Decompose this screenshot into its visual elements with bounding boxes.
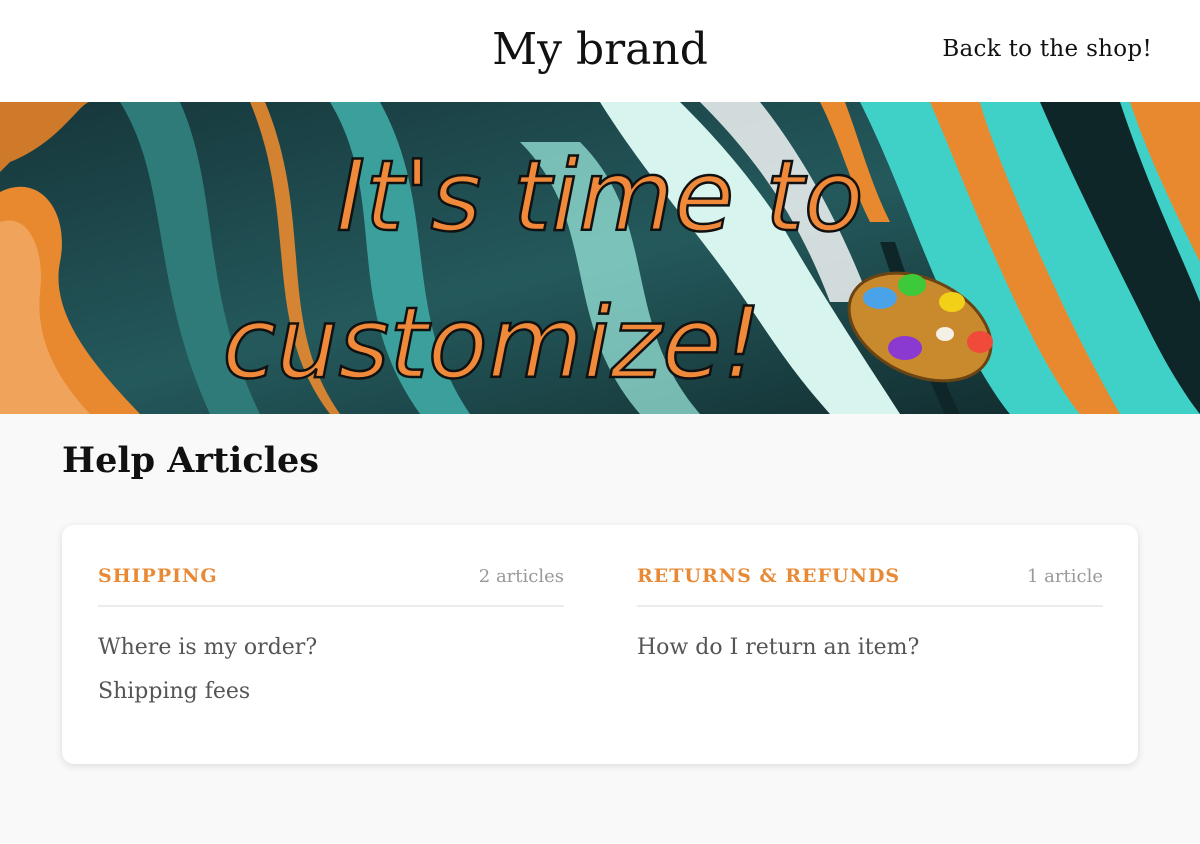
article-link-shipping-fees[interactable]: Shipping fees <box>98 679 250 704</box>
hero-banner: It's time to customize! <box>0 102 1200 414</box>
back-to-shop-link[interactable]: Back to the shop! <box>942 36 1152 62</box>
category-returns: RETURNS & REFUNDS 1 article How do I ret… <box>637 525 1103 660</box>
article-count: 2 articles <box>478 566 564 587</box>
article-list: How do I return an item? <box>637 607 1103 660</box>
header: My brand Back to the shop! <box>0 0 1200 102</box>
article-link-where-is-my-order[interactable]: Where is my order? <box>98 635 317 660</box>
category-title-shipping[interactable]: SHIPPING <box>98 565 218 587</box>
category-title-returns-refunds[interactable]: RETURNS & REFUNDS <box>637 565 900 587</box>
article-link-return-item[interactable]: How do I return an item? <box>637 635 919 660</box>
list-item: Shipping fees <box>98 660 564 704</box>
paint-palette-icon <box>847 271 993 383</box>
category-header: SHIPPING 2 articles <box>98 525 564 607</box>
article-list: Where is my order? Shipping fees <box>98 607 564 704</box>
help-articles-heading: Help Articles <box>62 440 319 481</box>
banner-headline: It's time to customize! <box>221 139 993 402</box>
list-item: How do I return an item? <box>637 607 1103 660</box>
banner-line-2: customize! <box>222 287 761 401</box>
category-shipping: SHIPPING 2 articles Where is my order? S… <box>98 525 564 704</box>
article-count: 1 article <box>1027 566 1103 587</box>
category-header: RETURNS & REFUNDS 1 article <box>637 525 1103 607</box>
list-item: Where is my order? <box>98 607 564 660</box>
banner-line-1: It's time to <box>336 140 863 254</box>
articles-card: SHIPPING 2 articles Where is my order? S… <box>62 525 1138 764</box>
